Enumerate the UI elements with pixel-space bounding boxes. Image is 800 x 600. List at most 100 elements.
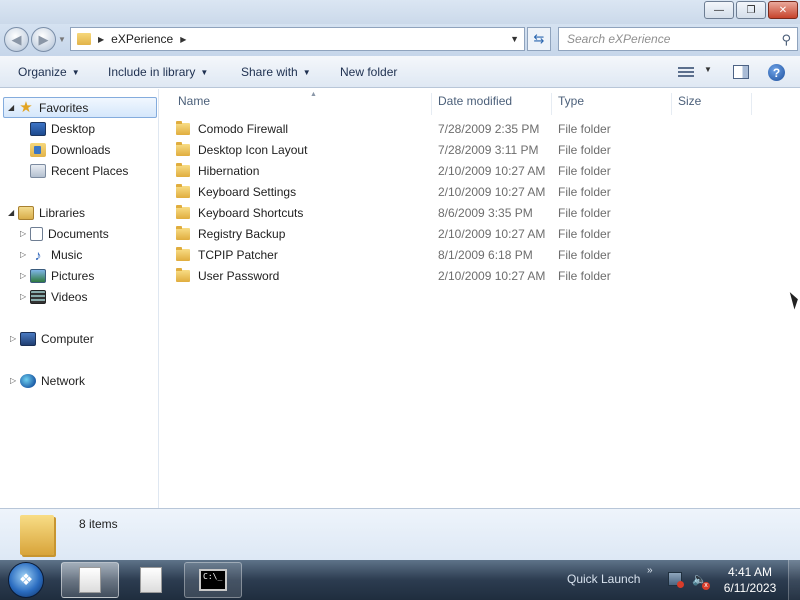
expand-arrow-icon[interactable]: ▷ [20,271,30,280]
expand-arrow-icon[interactable]: ▷ [20,250,30,259]
documents-icon [30,226,43,241]
breadcrumb-current[interactable]: eXPerience [111,32,173,46]
file-date: 2/10/2009 10:27 AM [438,227,546,241]
refresh-button[interactable]: ⇆ [527,27,551,51]
new-folder-button[interactable]: New folder [340,65,397,79]
file-type: File folder [558,164,611,178]
nav-documents[interactable]: ▷ Documents [20,223,109,244]
expand-arrow-icon[interactable]: ▷ [20,292,30,301]
nav-music[interactable]: ▷ ♪ Music [20,244,82,265]
nav-pictures-label: Pictures [51,268,95,283]
item-count: 8 items [79,517,118,531]
nav-favorites[interactable]: ◢ ★ Favorites [3,97,157,118]
expand-arrow-icon[interactable]: ▷ [10,376,20,385]
action-center-icon[interactable] [668,572,684,588]
taskbar-button-command-prompt[interactable]: C:\_ [184,562,242,598]
expand-arrow-icon[interactable]: ◢ [8,208,18,217]
file-row[interactable]: Keyboard Settings 2/10/2009 10:27 AM Fil… [176,182,776,202]
address-row: ◀ ▶ ▼ ▶ eXPerience ▶ ▼ ⇆ Search eXPerien… [0,24,800,56]
share-with-menu[interactable]: Share with ▼ [241,65,311,79]
nav-computer-label: Computer [41,331,94,346]
folder-icon [176,184,190,198]
network-icon [20,373,36,388]
column-header-type[interactable]: Type [552,93,672,115]
file-type: File folder [558,206,611,220]
search-input[interactable]: Search eXPerience ⚲ [558,27,798,51]
view-options-dropdown[interactable]: ▼ [704,65,712,74]
chevron-icon[interactable]: » [647,565,653,576]
file-row[interactable]: Comodo Firewall 7/28/2009 2:35 PM File f… [176,119,776,139]
column-header-size[interactable]: Size [672,93,752,115]
nav-pictures[interactable]: ▷ Pictures [20,265,94,286]
change-view-icon[interactable] [678,65,694,79]
expand-arrow-icon[interactable]: ◢ [8,103,18,112]
file-date: 2/10/2009 10:27 AM [438,164,546,178]
windows-logo-icon: ❖ [18,572,34,589]
title-bar: — ❐ ✕ [0,0,800,24]
libraries-icon [18,205,34,220]
music-icon: ♪ [34,246,42,263]
file-row[interactable]: Registry Backup 2/10/2009 10:27 AM File … [176,224,776,244]
expand-arrow-icon[interactable]: ▷ [20,229,30,238]
nav-music-label: Music [51,247,83,262]
volume-muted-icon[interactable]: 🔈 x [692,572,710,590]
file-type: File folder [558,269,611,283]
minimize-button[interactable]: — [704,1,734,19]
taskbar-button-document[interactable] [122,562,180,598]
nav-downloads[interactable]: Downloads [30,139,110,160]
file-date: 8/6/2009 3:35 PM [438,206,533,220]
file-type: File folder [558,227,611,241]
command-prompt-icon: C:\_ [199,569,227,591]
nav-videos[interactable]: ▷ Videos [20,286,87,307]
nav-network[interactable]: ▷ Network [10,370,85,391]
file-row[interactable]: Keyboard Shortcuts 8/6/2009 3:35 PM File… [176,203,776,223]
clock[interactable]: 4:41 AM 6/11/2023 [718,564,782,596]
file-row[interactable]: Hibernation 2/10/2009 10:27 AM File fold… [176,161,776,181]
navigation-pane: ◢ ★ Favorites Desktop Downloads Recent P… [0,89,159,508]
quick-launch-toolbar[interactable]: Quick Launch [567,572,640,586]
column-header-name[interactable]: ▲ Name [172,91,432,115]
nav-videos-label: Videos [51,289,88,304]
address-dropdown-icon[interactable]: ▼ [510,34,519,44]
nav-documents-label: Documents [48,226,109,241]
nav-network-label: Network [41,373,86,388]
chevron-down-icon: ▼ [302,68,311,77]
clock-time: 4:41 AM [727,565,773,579]
pictures-icon [30,268,46,283]
nav-recent-places[interactable]: Recent Places [30,160,128,181]
nav-desktop[interactable]: Desktop [30,118,95,139]
file-name: User Password [198,269,280,283]
file-name: Keyboard Settings [198,185,297,199]
folder-icon [176,268,190,282]
file-type: File folder [558,248,611,262]
nav-computer[interactable]: ▷ Computer [10,328,94,349]
videos-icon [30,289,46,304]
command-bar: Organize ▼ Include in library ▼ Share with… [0,56,800,88]
forward-button[interactable]: ▶ [31,27,56,52]
star-icon: ★ [19,98,33,116]
close-button[interactable]: ✕ [768,1,798,19]
recent-pages-dropdown[interactable]: ▼ [58,35,66,44]
address-bar[interactable]: ▶ eXPerience ▶ ▼ [70,27,525,51]
maximize-button[interactable]: ❐ [736,1,766,19]
nav-favorites-label: Favorites [39,100,89,115]
breadcrumb-arrow-icon[interactable]: ▶ [180,35,186,44]
help-icon[interactable]: ? [768,64,785,81]
start-button[interactable]: ❖ [8,562,44,598]
preview-pane-icon[interactable] [733,65,749,79]
file-row[interactable]: User Password 2/10/2009 10:27 AM File fo… [176,266,776,286]
file-date: 2/10/2009 10:27 AM [438,185,546,199]
organize-menu[interactable]: Organize ▼ [18,65,80,79]
file-row[interactable]: TCPIP Patcher 8/1/2009 6:18 PM File fold… [176,245,776,265]
search-icon[interactable]: ⚲ [781,32,791,48]
show-desktop-button[interactable] [788,560,800,600]
nav-libraries[interactable]: ◢ Libraries [8,202,85,223]
column-header-date-modified[interactable]: Date modified [432,93,552,115]
breadcrumb-arrow-icon[interactable]: ▶ [98,35,104,44]
include-in-library-menu[interactable]: Include in library ▼ [108,65,208,79]
taskbar-button-document[interactable] [61,562,119,598]
file-row[interactable]: Desktop Icon Layout 7/28/2009 3:11 PM Fi… [176,140,776,160]
expand-arrow-icon[interactable]: ▷ [10,334,20,343]
back-button[interactable]: ◀ [4,27,29,52]
file-date: 7/28/2009 2:35 PM [438,122,540,136]
